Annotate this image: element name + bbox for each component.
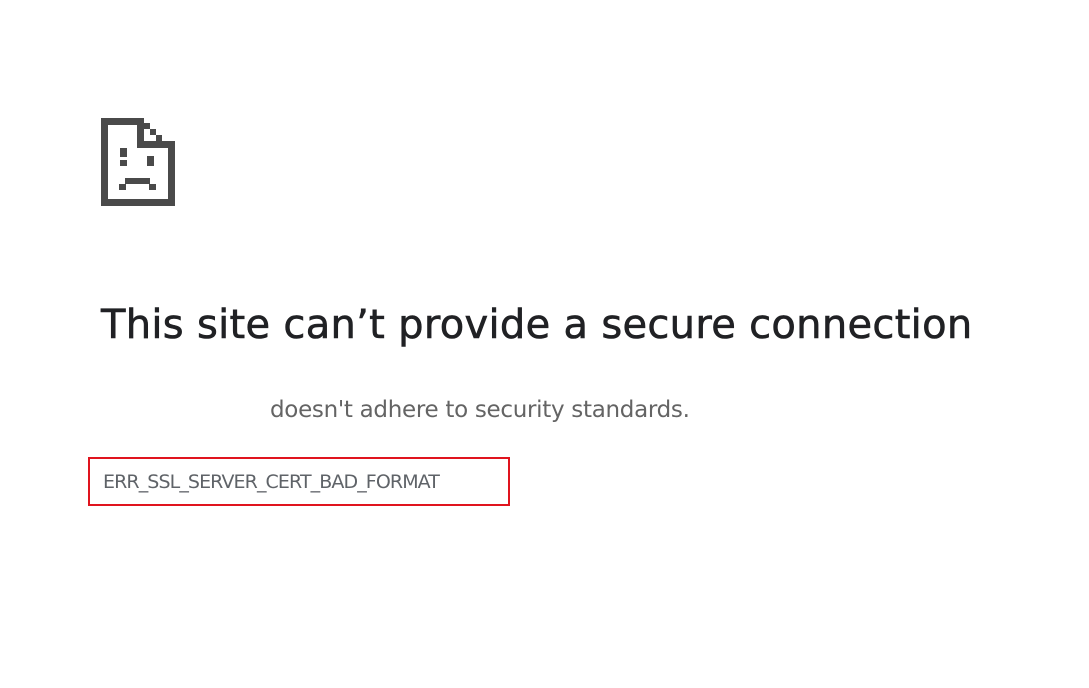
error-code-highlight-box: ERR_SSL_SERVER_CERT_BAD_FORMAT [88,457,510,506]
sad-file-icon [101,118,175,206]
page-title: This site can’t provide a secure connect… [101,302,973,349]
error-code: ERR_SSL_SERVER_CERT_BAD_FORMAT [103,471,440,493]
error-description: doesn't adhere to security standards. [270,397,690,423]
